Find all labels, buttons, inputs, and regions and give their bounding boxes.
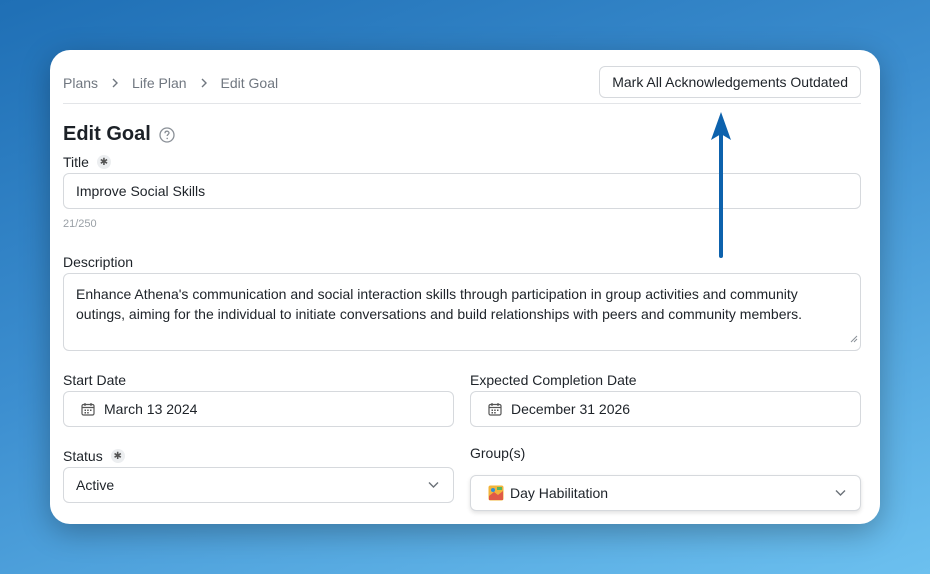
description-textarea[interactable]: Enhance Athena's communication and socia…: [63, 273, 861, 351]
required-asterisk-icon: ✱: [96, 155, 111, 169]
chevron-right-icon: [200, 78, 208, 88]
breadcrumb-life-plan[interactable]: Life Plan: [132, 75, 186, 91]
help-icon[interactable]: [159, 126, 175, 143]
title-char-counter: 21/250: [63, 218, 97, 230]
page-heading: Edit Goal: [63, 123, 175, 146]
calendar-icon: [488, 402, 502, 416]
description-label: Description: [63, 254, 134, 270]
habilitation-icon: [488, 485, 504, 501]
chevron-down-icon: [835, 490, 846, 497]
title-label: Title ✱: [63, 154, 111, 170]
top-bar: Plans Life Plan Edit Goal Mark All Ackno…: [63, 64, 861, 104]
completion-date-input[interactable]: December 31 2026: [470, 391, 861, 427]
chevron-right-icon: [111, 78, 119, 88]
required-asterisk-icon: ✱: [110, 449, 125, 463]
start-date-input[interactable]: March 13 2024: [63, 391, 454, 427]
calendar-icon: [81, 402, 95, 416]
status-select[interactable]: Active: [63, 467, 454, 503]
breadcrumb-plans[interactable]: Plans: [63, 75, 98, 91]
start-date-label: Start Date: [63, 372, 127, 388]
breadcrumb-edit-goal: Edit Goal: [220, 74, 279, 91]
annotation-arrow-icon: [711, 112, 731, 258]
chevron-down-icon: [428, 482, 439, 489]
status-label: Status ✱: [63, 448, 125, 464]
breadcrumb: Plans Life Plan Edit Goal: [63, 75, 278, 93]
edit-goal-card: Plans Life Plan Edit Goal Mark All Ackno…: [50, 50, 880, 524]
page-title: Edit Goal: [63, 123, 151, 145]
groups-label: Group(s): [470, 445, 526, 461]
mark-all-outdated-button[interactable]: Mark All Acknowledgements Outdated: [599, 65, 861, 98]
resize-handle-icon[interactable]: [850, 328, 858, 348]
groups-select[interactable]: Day Habilitation: [470, 475, 861, 511]
completion-date-label: Expected Completion Date: [470, 372, 637, 388]
